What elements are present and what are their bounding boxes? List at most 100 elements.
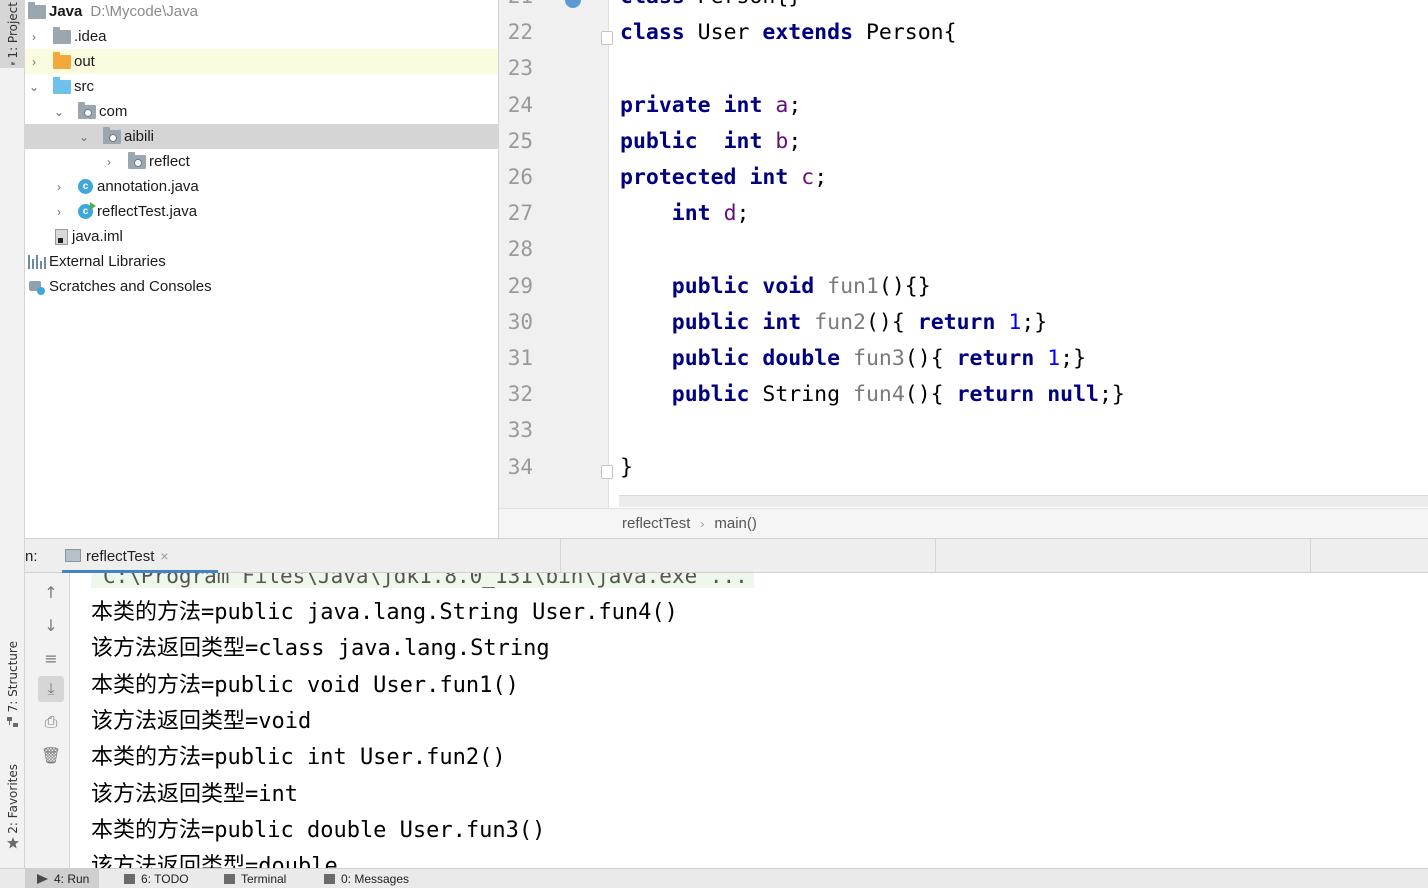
line-number: 33 — [507, 418, 533, 443]
code-line[interactable]: int d; — [620, 201, 750, 227]
breadcrumb-method[interactable]: main() — [714, 515, 757, 532]
tree-item-out[interactable]: › out — [25, 49, 498, 74]
chevron-right-icon[interactable]: › — [52, 180, 66, 194]
code-editor[interactable]: 21 22 23 24 25 26 27 28 29 30 31 32 33 34 class Perso… — [499, 0, 1428, 538]
run-config-icon — [65, 549, 81, 562]
run-toolbar: ↑ ↓ ≡ ⤓ ⎙ 🗑 — [25, 573, 70, 868]
code-token: Person{ — [853, 20, 957, 46]
fold-marker-icon[interactable] — [601, 31, 613, 45]
structure-tool-tab[interactable]: 7: Structure — [0, 636, 25, 736]
chevron-down-icon[interactable]: ⌄ — [52, 105, 66, 119]
chevron-down-icon[interactable]: ⌄ — [27, 80, 41, 94]
folder-icon — [53, 51, 71, 69]
chevron-right-icon[interactable]: › — [27, 55, 41, 69]
code-token: private — [620, 92, 711, 118]
code-line[interactable]: class Person{} — [620, 0, 801, 9]
folder-icon — [53, 26, 71, 44]
header-divider — [935, 539, 936, 573]
tool-tab-label: 4: Run — [54, 872, 90, 886]
tree-item-java-iml[interactable]: java.iml — [25, 224, 498, 249]
tree-item-aibili[interactable]: ⌄ aibili — [25, 124, 498, 149]
project-tree: Java D:\Mycode\Java › .idea › out ⌄ src … — [25, 0, 499, 538]
header-divider — [560, 539, 561, 573]
breadcrumb-class[interactable]: reflectTest — [622, 515, 690, 532]
package-icon — [78, 101, 96, 119]
code-token: d — [723, 201, 737, 227]
tree-root[interactable]: Java D:\Mycode\Java — [25, 0, 498, 24]
fold-marker-icon[interactable] — [601, 465, 613, 479]
tree-item-idea[interactable]: › .idea — [25, 24, 498, 49]
module-file-icon — [55, 228, 68, 245]
code-line[interactable]: protected int c; — [620, 165, 827, 190]
tree-item-com[interactable]: ⌄ com — [25, 99, 498, 124]
tree-item-label: reflectTest.java — [97, 203, 198, 220]
tree-item-external-libraries[interactable]: External Libraries — [25, 249, 498, 274]
chevron-right-icon[interactable]: › — [52, 205, 66, 219]
class-icon: c — [78, 179, 93, 194]
tool-tab-run[interactable]: 4: Run — [25, 869, 100, 888]
code-line[interactable]: public int b; — [620, 129, 801, 154]
code-line[interactable]: } — [620, 455, 633, 480]
down-arrow-icon[interactable]: ↓ — [38, 612, 64, 638]
code-line[interactable]: private int a; — [620, 93, 801, 118]
tool-tab-todo[interactable]: 6: TODO — [118, 869, 199, 888]
tool-tab-messages[interactable]: 0: Messages — [318, 869, 419, 888]
tree-item-reflect[interactable]: › reflect — [25, 149, 498, 174]
tree-item-scratches[interactable]: Scratches and Consoles — [25, 274, 498, 299]
horizontal-scrollbar[interactable] — [619, 495, 1428, 507]
code-line[interactable]: class User extends Person{ — [620, 20, 957, 45]
code-token: User — [684, 20, 763, 46]
chevron-right-icon[interactable]: › — [27, 30, 41, 44]
run-tab-label: reflectTest — [86, 547, 155, 565]
code-line[interactable]: public int fun2(){ return 1;} — [620, 310, 1047, 335]
line-number: 30 — [507, 309, 533, 334]
code-token: public — [671, 309, 750, 335]
favorites-tool-tab[interactable]: 2: Favorites — [0, 758, 25, 858]
code-token: ; — [788, 92, 802, 118]
code-token: fun3 — [853, 346, 905, 371]
project-tool-tab[interactable]: 1: Project — [0, 0, 25, 68]
code-token: (){ — [904, 382, 957, 408]
console-output[interactable]: C:\Program Files\Java\jdk1.8.0_131\bin\j… — [70, 573, 1428, 868]
chevron-down-icon[interactable]: ⌄ — [77, 130, 91, 144]
code-token: int — [723, 128, 763, 154]
tree-item-src[interactable]: ⌄ src — [25, 74, 498, 99]
up-arrow-icon[interactable]: ↑ — [38, 579, 64, 605]
code-line[interactable]: public double fun3(){ return 1;} — [620, 346, 1086, 371]
tool-tab-label: 6: TODO — [141, 872, 189, 886]
code-token: b — [775, 128, 789, 154]
chevron-right-icon[interactable]: › — [102, 155, 116, 169]
tree-item-label: java.iml — [72, 228, 123, 245]
line-number: 23 — [507, 56, 533, 81]
code-token: 1 — [1047, 346, 1061, 371]
tool-tab-terminal[interactable]: Terminal — [218, 869, 296, 888]
tree-item-annotation-java[interactable]: › c annotation.java — [25, 174, 498, 199]
code-token: ;} — [1098, 382, 1125, 408]
code-token: class — [620, 20, 685, 46]
folder-icon — [53, 76, 71, 94]
override-marker-icon[interactable] — [565, 0, 581, 8]
print-icon[interactable]: ⎙ — [38, 709, 64, 735]
code-token: ; — [736, 201, 750, 227]
console-command-line: C:\Program Files\Java\jdk1.8.0_131\bin\j… — [91, 573, 754, 588]
scroll-to-end-icon[interactable]: ⤓ — [38, 676, 64, 702]
folder-icon — [10, 61, 15, 65]
line-number: 21 — [499, 0, 533, 8]
code-line[interactable]: public String fun4(){ return null;} — [620, 382, 1125, 407]
soft-wrap-icon[interactable]: ≡ — [38, 645, 64, 671]
tree-item-label: annotation.java — [97, 178, 199, 195]
run-tab-reflecttest[interactable]: reflectTest × — [62, 539, 218, 573]
console-line: 本类的方法=public int User.fun2() — [91, 745, 506, 771]
code-line[interactable]: public void fun1(){} — [620, 274, 931, 299]
trash-icon[interactable]: 🗑 — [38, 742, 64, 768]
tree-item-reflecttest-java[interactable]: › c reflectTest.java — [25, 199, 498, 224]
console-line: 该方法返回类型=int — [91, 781, 298, 807]
code-token: int — [671, 201, 711, 227]
close-icon[interactable]: × — [160, 548, 168, 564]
